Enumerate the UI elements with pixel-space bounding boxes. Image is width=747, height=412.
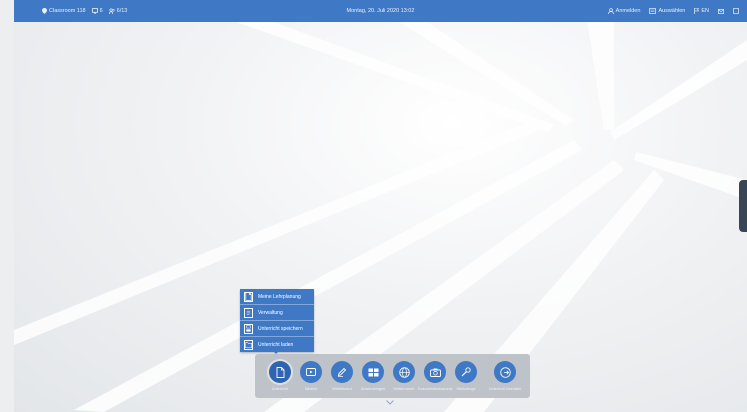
dock-item-label: Werkzeuge [456,387,476,391]
save-icon [244,323,253,334]
document-icon [244,291,253,302]
document-icon[interactable] [269,361,291,383]
menu-item-label: Meine Lehrplanung [258,293,301,300]
dock: Unterricht Medien Whiteboard Anwendungen Web… [255,354,530,398]
globe-icon[interactable] [393,361,415,383]
menu-item-label: Verwaltung [258,309,283,316]
apps-icon[interactable] [362,361,384,383]
window-icon [733,8,739,14]
flag-icon [694,8,700,14]
menu-item-label: Unterricht laden [258,341,294,348]
user-icon [607,8,614,14]
select-label: Auswählen [658,8,686,14]
envelope-button[interactable] [718,8,724,14]
top-bar: Classroom 118 6 6/13 Montag, 20. Juli 20… [14,0,747,22]
select-button[interactable]: Auswählen [649,8,685,14]
folder-icon [244,339,253,350]
desktop: Classroom 118 6 6/13 Montag, 20. Juli 20… [0,0,747,412]
menu-item[interactable]: Verwaltung [240,305,314,321]
exit-icon[interactable] [494,361,516,383]
light-rays-decoration [14,0,747,412]
login-label: Anmelden [615,8,641,14]
wrench-icon[interactable] [455,361,477,383]
pen-icon[interactable] [331,361,353,383]
side-panel-handle[interactable] [739,180,747,232]
dock-item[interactable]: Werkzeuge [448,354,484,398]
wallpaper [14,0,747,412]
menu-item[interactable]: Meine Lehrplanung [240,289,314,305]
language-label: EN [701,8,709,14]
envelope-icon [718,8,724,14]
lesson-menu: Meine Lehrplanung Verwaltung Unterricht sp… [240,289,314,352]
screen-button[interactable] [733,8,739,14]
language-button[interactable]: EN [694,8,709,14]
login-button[interactable]: Anmelden [607,8,641,14]
dock-item-label: Unterricht beenden [488,387,522,391]
dock-item[interactable]: Unterricht beenden [487,354,523,398]
camera-icon[interactable] [424,361,446,383]
menu-item-label: Unterricht speichern [258,325,303,332]
document-list-icon [244,307,253,318]
media-icon[interactable] [300,361,322,383]
menu-item[interactable]: Unterricht speichern [240,321,314,337]
select-icon [649,8,657,14]
chevron-down-icon[interactable] [386,400,394,407]
